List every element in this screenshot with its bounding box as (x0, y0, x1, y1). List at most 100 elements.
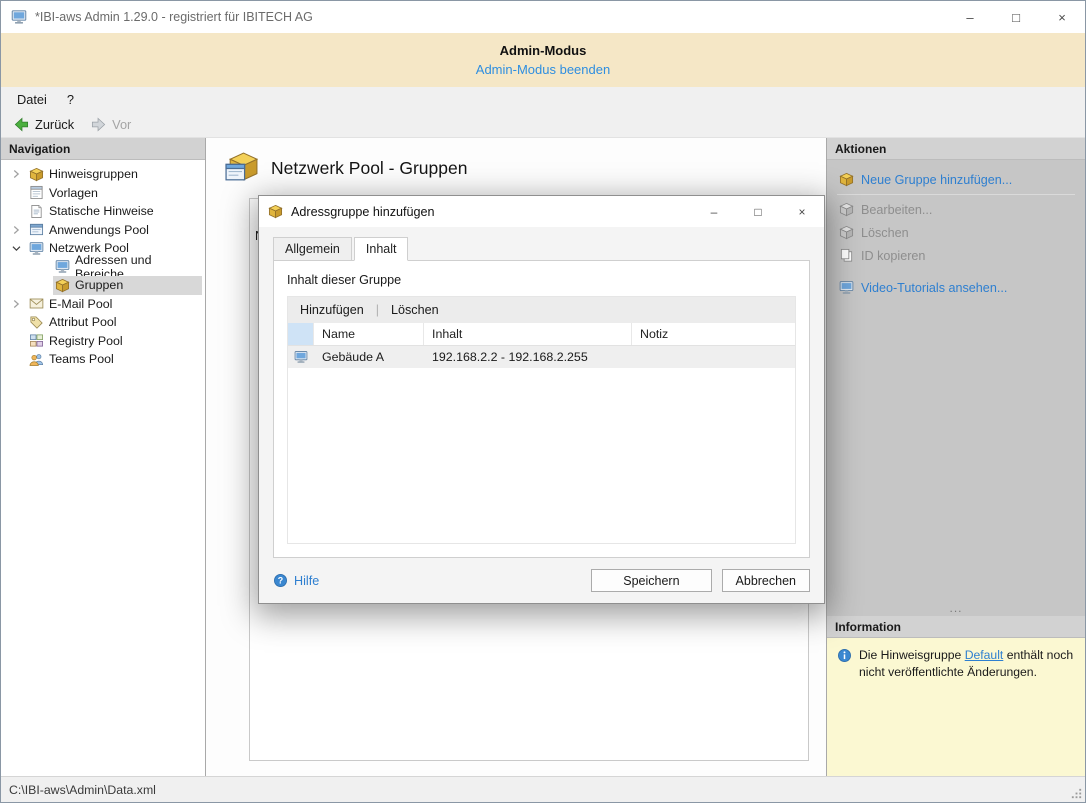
dialog-maximize-button[interactable]: □ (736, 196, 780, 227)
nav-item-registry-pool[interactable]: Registry Pool (1, 332, 205, 351)
column-inhalt[interactable]: Inhalt (424, 323, 632, 345)
dialog-minimize-button[interactable]: – (692, 196, 736, 227)
package-icon (55, 278, 70, 293)
tab-inhalt[interactable]: Inhalt (353, 237, 409, 261)
chevron-right-icon[interactable] (9, 222, 27, 238)
back-label: Zurück (35, 116, 75, 132)
nav-item-label: Vorlagen (49, 185, 98, 200)
info-text-before: Die Hinweisgruppe (859, 648, 965, 662)
actions-list: Neue Gruppe hinzufügen... Bearbeiten... … (827, 160, 1085, 616)
copy-icon (839, 248, 854, 263)
help-icon (273, 573, 288, 588)
right-panel: Aktionen Neue Gruppe hinzufügen... Bearb… (826, 138, 1085, 776)
nav-item-statische-hinweise[interactable]: Statische Hinweise (1, 202, 205, 221)
forward-button[interactable]: Vor (83, 114, 138, 135)
table-header: Name Inhalt Notiz (288, 323, 795, 346)
chevron-right-icon[interactable] (9, 166, 27, 182)
column-notiz[interactable]: Notiz (632, 323, 795, 345)
nav-item-gruppen[interactable]: Gruppen (1, 276, 205, 295)
action-label: Bearbeiten... (861, 202, 933, 217)
action-video-tutorials[interactable]: Video-Tutorials ansehen... (827, 276, 1085, 299)
back-arrow-icon (13, 116, 30, 133)
nav-item-vorlagen[interactable]: Vorlagen (1, 184, 205, 203)
nav-item-label: Attribut Pool (49, 315, 117, 330)
app-logo-icon (11, 9, 27, 25)
network-pool-groups-icon (224, 151, 259, 186)
chevron-down-icon[interactable] (9, 240, 27, 256)
monitor-icon (55, 259, 70, 274)
row-icon-cell (288, 346, 314, 368)
close-icon: × (1058, 9, 1066, 25)
window-title: *IBI-aws Admin 1.29.0 - registriert für … (35, 10, 313, 24)
add-button[interactable]: Hinzufügen (297, 301, 367, 319)
package-icon (839, 172, 854, 187)
package-icon (29, 167, 44, 182)
resize-grip[interactable] (1070, 787, 1083, 800)
app-window-icon (29, 222, 44, 237)
table-empty-area (288, 368, 795, 543)
action-delete[interactable]: Löschen (827, 221, 1085, 244)
default-group-link[interactable]: Default (965, 648, 1004, 662)
nav-item-label: Gruppen (75, 278, 124, 293)
action-new-group[interactable]: Neue Gruppe hinzufügen... (827, 168, 1085, 191)
help-link[interactable]: Hilfe (273, 573, 319, 588)
admin-mode-title: Admin-Modus (499, 43, 587, 58)
nav-item-attribut-pool[interactable]: Attribut Pool (1, 313, 205, 332)
nav-item-anwendungs-pool[interactable]: Anwendungs Pool (1, 221, 205, 240)
dialog-title: Adressgruppe hinzufügen (291, 204, 435, 219)
nav-item-adressen-und-bereiche[interactable]: Adressen und Bereiche (1, 253, 205, 281)
nav-item-email-pool[interactable]: E-Mail Pool (1, 295, 205, 314)
note-icon (29, 204, 44, 219)
nav-toolbar: Zurück Vor (1, 111, 1085, 138)
nav-item-teams-pool[interactable]: Teams Pool (1, 350, 205, 369)
cell-name: Gebäude A (322, 350, 385, 364)
menu-datei[interactable]: Datei (7, 89, 57, 110)
action-label: Video-Tutorials ansehen... (861, 280, 1008, 295)
information-panel: Die Hinweisgruppe Default enthält noch n… (827, 638, 1085, 776)
delete-button[interactable]: Löschen (388, 301, 442, 319)
forward-arrow-icon (90, 116, 107, 133)
template-icon (29, 185, 44, 200)
column-name[interactable]: Name (314, 323, 424, 345)
back-button[interactable]: Zurück (6, 114, 81, 135)
information-header: Information (827, 616, 1085, 638)
tag-icon (29, 315, 44, 330)
menu-help[interactable]: ? (57, 89, 84, 110)
actions-overflow[interactable]: ... (827, 601, 1085, 615)
toolbar-divider: | (375, 303, 379, 317)
cancel-button[interactable]: Abbrechen (721, 569, 810, 592)
save-button[interactable]: Speichern (591, 569, 712, 592)
close-button[interactable]: × (1039, 1, 1085, 33)
forward-label: Vor (112, 116, 132, 132)
content-title-row: Netzwerk Pool - Gruppen (224, 151, 467, 186)
window-titlebar: *IBI-aws Admin 1.29.0 - registriert für … (1, 1, 1085, 33)
table-row[interactable]: Gebäude A 192.168.2.2 - 192.168.2.255 (288, 346, 795, 368)
minimize-button[interactable]: – (947, 1, 993, 33)
menubar: Datei ? (1, 87, 1085, 111)
admin-mode-banner: Admin-Modus Admin-Modus beenden (1, 33, 1085, 87)
group-content-label: Inhalt dieser Gruppe (287, 273, 402, 287)
action-copy-id[interactable]: ID kopieren (827, 244, 1085, 267)
adressgruppe-dialog: Adressgruppe hinzufügen – □ × Allgemein … (258, 195, 825, 604)
maximize-icon: □ (754, 204, 762, 219)
navigation-tree: Hinweisgruppen Vorlagen Statische Hinwei… (1, 160, 205, 369)
chevron-right-icon[interactable] (9, 296, 27, 312)
cell-inhalt: 192.168.2.2 - 192.168.2.255 (432, 350, 588, 364)
nav-item-label: Statische Hinweise (49, 204, 154, 219)
actions-divider (837, 194, 1075, 195)
nav-item-hinweisgruppen[interactable]: Hinweisgruppen (1, 165, 205, 184)
action-edit[interactable]: Bearbeiten... (827, 198, 1085, 221)
close-icon: × (798, 204, 806, 219)
address-listbox: Hinzufügen | Löschen Name Inhalt Notiz G… (287, 296, 796, 544)
dialog-close-button[interactable]: × (780, 196, 824, 227)
nav-item-label: Hinweisgruppen (49, 167, 138, 182)
tab-allgemein[interactable]: Allgemein (273, 237, 352, 261)
dialog-titlebar[interactable]: Adressgruppe hinzufügen – □ × (259, 196, 824, 227)
table-corner-cell (288, 323, 314, 345)
maximize-button[interactable]: □ (993, 1, 1039, 33)
minimize-icon: – (966, 9, 974, 25)
admin-mode-exit-link[interactable]: Admin-Modus beenden (476, 62, 610, 77)
